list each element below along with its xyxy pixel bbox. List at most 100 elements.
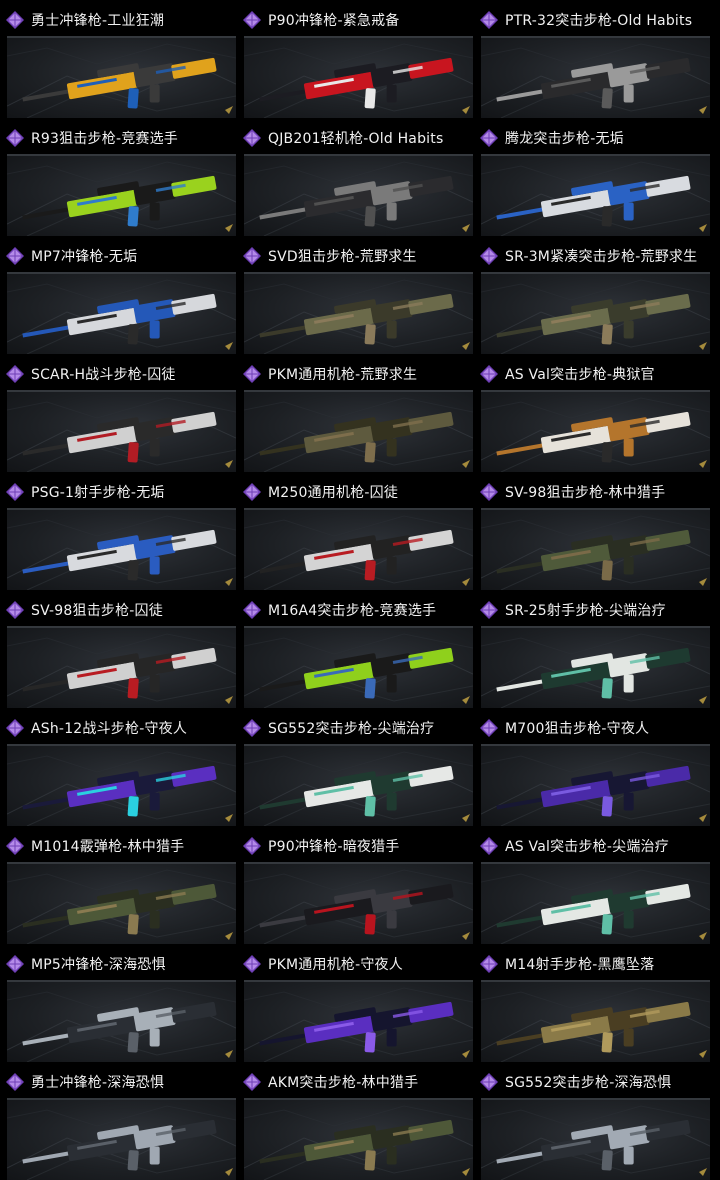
weapon-skin-name: SV-98狙击步枪-林中猎手 (505, 485, 666, 501)
purple-diamond-icon (242, 600, 262, 620)
purple-diamond-icon (5, 836, 25, 856)
weapon-skin-card[interactable]: SV-98狙击步枪-囚徒 (5, 590, 238, 708)
weapon-skin-card[interactable]: M700狙击步枪-守夜人 (479, 708, 712, 826)
weapon-skin-card[interactable]: M1014霰弹枪-林中猎手 (5, 826, 238, 944)
purple-diamond-icon (479, 10, 499, 30)
weapon-skin-card[interactable]: M16A4突击步枪-竞赛选手 (242, 590, 475, 708)
weapon-preview-image (481, 626, 710, 708)
weapon-preview-image (244, 390, 473, 472)
card-title: PKM通用机枪-守夜人 (242, 952, 403, 976)
card-title: PKM通用机枪-荒野求生 (242, 362, 417, 386)
card-title: P90冲锋枪-紧急戒备 (242, 8, 400, 32)
card-title: SCAR-H战斗步枪-囚徒 (5, 362, 176, 386)
weapon-preview-image (7, 272, 236, 354)
weapon-skin-card[interactable]: 腾龙突击步枪-无垢 (479, 118, 712, 236)
purple-diamond-icon (242, 1072, 262, 1092)
weapon-skin-card[interactable]: SR-25射手步枪-尖端治疗 (479, 590, 712, 708)
weapon-skin-card[interactable]: M250通用机枪-囚徒 (242, 472, 475, 590)
weapon-skin-card[interactable]: 勇士冲锋枪-深海恐惧 (5, 1062, 238, 1180)
purple-diamond-icon (479, 364, 499, 384)
weapon-preview-image (244, 36, 473, 118)
card-title: R93狙击步枪-竞赛选手 (5, 126, 178, 150)
card-title: AKM突击步枪-林中猎手 (242, 1070, 418, 1094)
weapon-skin-name: AKM突击步枪-林中猎手 (268, 1075, 419, 1091)
weapon-preview-image (7, 36, 236, 118)
purple-diamond-icon (242, 954, 262, 974)
weapon-skin-card[interactable]: PTR-32突击步枪-Old Habits (479, 0, 712, 118)
weapon-skin-card[interactable]: SR-3M紧凑突击步枪-荒野求生 (479, 236, 712, 354)
weapon-preview-image (244, 508, 473, 590)
weapon-skin-card[interactable]: P90冲锋枪-暗夜猎手 (242, 826, 475, 944)
weapon-preview-image (481, 1098, 710, 1180)
purple-diamond-icon (242, 246, 262, 266)
weapon-skin-card[interactable]: 勇士冲锋枪-工业狂潮 (5, 0, 238, 118)
purple-diamond-icon (5, 600, 25, 620)
weapon-skin-card[interactable]: M14射手步枪-黑鹰坠落 (479, 944, 712, 1062)
purple-diamond-icon (242, 482, 262, 502)
weapon-skin-card[interactable]: PSG-1射手步枪-无垢 (5, 472, 238, 590)
purple-diamond-icon (479, 954, 499, 974)
weapon-skin-name: PTR-32突击步枪-Old Habits (505, 13, 693, 29)
weapon-skin-name: SCAR-H战斗步枪-囚徒 (31, 367, 176, 383)
weapon-preview-image (481, 390, 710, 472)
weapon-skin-card[interactable]: ASh-12战斗步枪-守夜人 (5, 708, 238, 826)
purple-diamond-icon (242, 718, 262, 738)
card-title: 勇士冲锋枪-工业狂潮 (5, 8, 164, 32)
weapon-skin-card[interactable]: SCAR-H战斗步枪-囚徒 (5, 354, 238, 472)
weapon-preview-image (7, 626, 236, 708)
purple-diamond-icon (242, 128, 262, 148)
card-title: M14射手步枪-黑鹰坠落 (479, 952, 654, 976)
weapon-skin-name: MP5冲锋枪-深海恐惧 (31, 957, 166, 973)
card-title: MP5冲锋枪-深海恐惧 (5, 952, 166, 976)
weapon-skin-card[interactable]: AKM突击步枪-林中猎手 (242, 1062, 475, 1180)
weapon-skin-card[interactable]: SG552突击步枪-深海恐惧 (479, 1062, 712, 1180)
weapon-skin-name: R93狙击步枪-竞赛选手 (31, 131, 178, 147)
card-title: AS Val突击步枪-尖端治疗 (479, 834, 669, 858)
weapon-preview-image (7, 390, 236, 472)
weapon-preview-image (481, 36, 710, 118)
card-title: P90冲锋枪-暗夜猎手 (242, 834, 400, 858)
card-title: M1014霰弹枪-林中猎手 (5, 834, 184, 858)
card-title: M700狙击步枪-守夜人 (479, 716, 649, 740)
weapon-skin-card[interactable]: AS Val突击步枪-尖端治疗 (479, 826, 712, 944)
card-title: SV-98狙击步枪-囚徒 (5, 598, 163, 622)
weapon-skin-name: PSG-1射手步枪-无垢 (31, 485, 165, 501)
purple-diamond-icon (5, 128, 25, 148)
purple-diamond-icon (479, 836, 499, 856)
purple-diamond-icon (479, 128, 499, 148)
weapon-skin-name: M1014霰弹枪-林中猎手 (31, 839, 185, 855)
weapon-preview-image (481, 862, 710, 944)
weapon-preview-image (7, 508, 236, 590)
purple-diamond-icon (479, 482, 499, 502)
weapon-skin-card[interactable]: MP5冲锋枪-深海恐惧 (5, 944, 238, 1062)
weapon-skin-card[interactable]: MP7冲锋枪-无垢 (5, 236, 238, 354)
weapon-preview-image (244, 626, 473, 708)
weapon-skin-card[interactable]: AS Val突击步枪-典狱官 (479, 354, 712, 472)
weapon-skin-card[interactable]: PKM通用机枪-守夜人 (242, 944, 475, 1062)
weapon-skin-card[interactable]: SV-98狙击步枪-林中猎手 (479, 472, 712, 590)
purple-diamond-icon (5, 364, 25, 384)
card-title: SG552突击步枪-深海恐惧 (479, 1070, 671, 1094)
weapon-preview-image (7, 980, 236, 1062)
weapon-skin-card[interactable]: R93狙击步枪-竞赛选手 (5, 118, 238, 236)
card-title: SVD狙击步枪-荒野求生 (242, 244, 417, 268)
weapon-skin-name: AS Val突击步枪-典狱官 (505, 367, 655, 383)
weapon-skin-name: 勇士冲锋枪-工业狂潮 (31, 13, 165, 29)
purple-diamond-icon (5, 718, 25, 738)
weapon-preview-image (481, 744, 710, 826)
weapon-skin-name: M14射手步枪-黑鹰坠落 (505, 957, 655, 973)
card-title: SV-98狙击步枪-林中猎手 (479, 480, 665, 504)
card-title: M250通用机枪-囚徒 (242, 480, 398, 504)
weapon-preview-image (244, 1098, 473, 1180)
weapon-skin-name: AS Val突击步枪-尖端治疗 (505, 839, 669, 855)
weapon-skin-card[interactable]: QJB201轻机枪-Old Habits (242, 118, 475, 236)
weapon-skin-name: SR-3M紧凑突击步枪-荒野求生 (505, 249, 698, 265)
weapon-skin-card[interactable]: SVD狙击步枪-荒野求生 (242, 236, 475, 354)
weapon-skin-card[interactable]: SG552突击步枪-尖端治疗 (242, 708, 475, 826)
purple-diamond-icon (479, 246, 499, 266)
weapon-skin-card[interactable]: PKM通用机枪-荒野求生 (242, 354, 475, 472)
weapon-skin-card[interactable]: P90冲锋枪-紧急戒备 (242, 0, 475, 118)
purple-diamond-icon (242, 364, 262, 384)
weapon-preview-image (244, 744, 473, 826)
weapon-skin-name: 腾龙突击步枪-无垢 (505, 131, 624, 147)
